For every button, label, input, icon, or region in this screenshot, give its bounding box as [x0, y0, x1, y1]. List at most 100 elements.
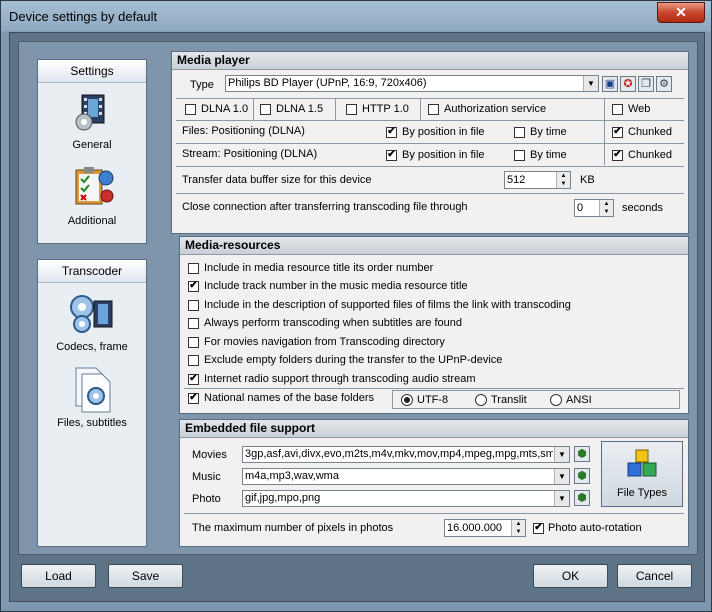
- authorization-checkbox[interactable]: [428, 104, 439, 115]
- cancel-button[interactable]: Cancel: [617, 564, 692, 588]
- stream-by-position-label: By position in file: [402, 149, 485, 161]
- arrow-down-icon[interactable]: ▼: [512, 528, 525, 536]
- mr-label-1: Include track number in the music media …: [204, 280, 468, 292]
- transcoder-nav-header: Transcoder: [38, 260, 146, 283]
- photo-value: gif,jpg,mpo,png: [245, 492, 321, 504]
- dlna10-label: DLNA 1.0: [201, 103, 249, 115]
- type-select[interactable]: Philips BD Player (UPnP, 16:9, 720x406) …: [225, 75, 599, 92]
- type-label: Type: [190, 79, 214, 91]
- mr-label-2: Include in the description of supported …: [204, 299, 571, 311]
- files-chunked-checkbox[interactable]: [612, 127, 623, 138]
- spinner-buttons[interactable]: ▲ ▼: [556, 172, 570, 188]
- mr-checkbox-5[interactable]: [188, 355, 199, 366]
- divider: [253, 99, 254, 120]
- web-checkbox[interactable]: [612, 104, 623, 115]
- arrow-up-icon[interactable]: ▲: [512, 520, 525, 528]
- arrow-up-icon[interactable]: ▲: [600, 200, 613, 208]
- close-connection-value: 0: [577, 202, 584, 214]
- music-value: m4a,mp3,wav,wma: [245, 470, 339, 482]
- arrow-down-icon[interactable]: ▼: [600, 208, 613, 216]
- movies-input[interactable]: 3gp,asf,avi,divx,evo,m2ts,m4v,mkv,mov,mp…: [242, 446, 570, 463]
- spinner-buttons[interactable]: ▲ ▼: [511, 520, 525, 536]
- nav-item-files-subtitles-label: Files, subtitles: [57, 417, 127, 429]
- photo-input[interactable]: gif,jpg,mpo,png ▼: [242, 490, 570, 507]
- photo-label: Photo: [192, 493, 221, 505]
- mr-checkbox-7[interactable]: [188, 393, 199, 404]
- buffer-row: Transfer data buffer size for this devic…: [176, 167, 684, 194]
- mr-checkbox-1[interactable]: [188, 281, 199, 292]
- save-button[interactable]: Save: [108, 564, 183, 588]
- movies-label: Movies: [192, 449, 227, 461]
- movies-value: 3gp,asf,avi,divx,evo,m2ts,m4v,mkv,mov,mp…: [245, 448, 553, 460]
- max-pixels-label: The maximum number of pixels in photos: [192, 522, 394, 534]
- mr-checkbox-6[interactable]: [188, 374, 199, 385]
- photo-autorotation-label: Photo auto-rotation: [548, 522, 642, 534]
- device-settings-window: Device settings by default ✕ Settings Ge…: [0, 0, 712, 612]
- mr-checkbox-4[interactable]: [188, 337, 199, 348]
- spinner-buttons[interactable]: ▲ ▼: [599, 200, 613, 216]
- stream-by-time-checkbox[interactable]: [514, 150, 525, 161]
- type-value: Philips BD Player (UPnP, 16:9, 720x406): [228, 77, 427, 89]
- file-gear-icon: [75, 367, 111, 413]
- file-types-label: File Types: [617, 487, 667, 499]
- divider: [335, 99, 336, 120]
- stream-chunked-label: Chunked: [628, 149, 673, 161]
- file-types-button[interactable]: File Types: [601, 441, 683, 507]
- arrow-down-icon[interactable]: ▼: [557, 180, 570, 188]
- utf8-radio[interactable]: [401, 394, 413, 406]
- nav-item-codecs-frame[interactable]: Codecs, frame: [38, 290, 146, 362]
- lifebuoy-icon[interactable]: ✪: [620, 76, 636, 92]
- files-by-time-checkbox[interactable]: [514, 127, 525, 138]
- dlna15-checkbox[interactable]: [260, 104, 271, 115]
- nav-item-additional[interactable]: Additional: [38, 164, 146, 236]
- close-connection-spinner[interactable]: 0 ▲ ▼: [574, 199, 614, 217]
- max-pixels-spinner[interactable]: 16.000.000 ▲ ▼: [444, 519, 526, 537]
- media-player-header: Media player: [172, 52, 688, 70]
- nav-item-general[interactable]: General: [38, 90, 146, 160]
- arrow-up-icon[interactable]: ▲: [557, 172, 570, 180]
- mr-checkbox-3[interactable]: [188, 318, 199, 329]
- embedded-file-header: Embedded file support: [180, 420, 688, 438]
- ok-button[interactable]: OK: [533, 564, 608, 588]
- settings-wheel-icon[interactable]: ⚙: [656, 76, 672, 92]
- nav-item-files-subtitles[interactable]: Files, subtitles: [38, 364, 146, 436]
- http10-checkbox[interactable]: [346, 104, 357, 115]
- nav-item-additional-label: Additional: [67, 215, 117, 227]
- music-label: Music: [192, 471, 221, 483]
- cubes-icon[interactable]: ⬢: [574, 468, 590, 484]
- max-pixels-value: 16.000.000: [447, 522, 503, 534]
- close-button[interactable]: ✕: [657, 2, 705, 23]
- type-row: Type Philips BD Player (UPnP, 16:9, 720x…: [176, 72, 684, 99]
- stream-chunked-checkbox[interactable]: [612, 150, 623, 161]
- mr-checkbox-2[interactable]: [188, 300, 199, 311]
- close-connection-label: Close connection after transferring tran…: [182, 201, 468, 213]
- mr-checkbox-0[interactable]: [188, 263, 199, 274]
- copy-icon[interactable]: ❐: [638, 76, 654, 92]
- load-button[interactable]: Load: [21, 564, 96, 588]
- window-title: Device settings by default: [9, 9, 158, 24]
- http10-label: HTTP 1.0: [362, 103, 409, 115]
- mr-label-7: National names of the base folders: [204, 392, 374, 404]
- divider: [184, 513, 684, 514]
- cubes-icon[interactable]: ⬢: [574, 446, 590, 462]
- divider: [184, 388, 684, 389]
- authorization-label: Authorization service: [444, 103, 547, 115]
- translit-label: Translit: [491, 394, 527, 406]
- translit-radio[interactable]: [475, 394, 487, 406]
- mr-label-6: Internet radio support through transcodi…: [204, 373, 476, 385]
- stream-by-position-checkbox[interactable]: [386, 150, 397, 161]
- close-connection-unit: seconds: [622, 202, 663, 214]
- save-icon[interactable]: ▣: [602, 76, 618, 92]
- cubes-icon[interactable]: ⬢: [574, 490, 590, 506]
- files-positioning-label: Files: Positioning (DLNA): [182, 125, 305, 137]
- title-bar[interactable]: Device settings by default ✕: [1, 1, 711, 31]
- photo-autorotation-checkbox[interactable]: [533, 523, 544, 534]
- divider: [420, 99, 421, 120]
- close-icon: ✕: [675, 4, 687, 20]
- files-by-position-checkbox[interactable]: [386, 127, 397, 138]
- dlna10-checkbox[interactable]: [185, 104, 196, 115]
- film-gear-icon: [75, 94, 105, 131]
- buffer-spinner[interactable]: 512 ▲ ▼: [504, 171, 571, 189]
- ansi-radio[interactable]: [550, 394, 562, 406]
- music-input[interactable]: m4a,mp3,wav,wma ▼: [242, 468, 570, 485]
